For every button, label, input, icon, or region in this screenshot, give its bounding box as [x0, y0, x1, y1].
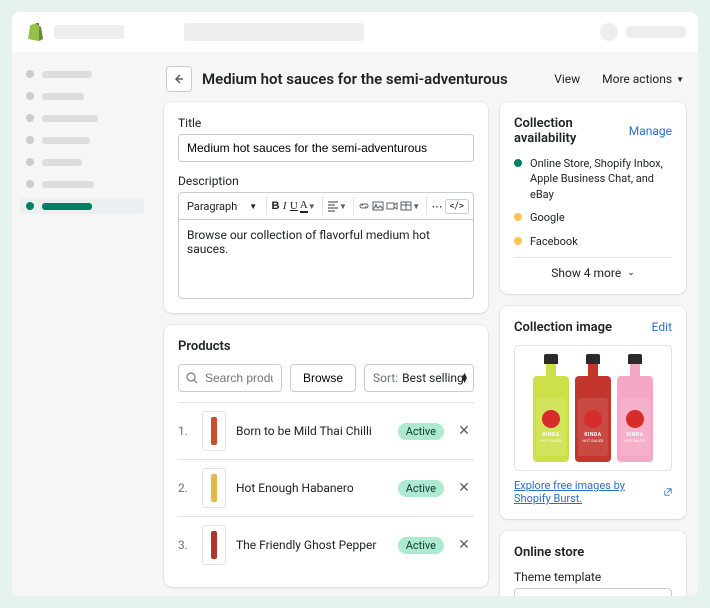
nav-item[interactable]	[20, 66, 144, 82]
manage-link[interactable]: Manage	[629, 124, 672, 138]
nav-item[interactable]	[20, 110, 144, 126]
status-badge: Active	[398, 480, 444, 497]
sidebar	[12, 52, 152, 596]
sort-select[interactable]: Sort: Best selling ▴▾	[364, 364, 474, 392]
align-button[interactable]	[327, 197, 339, 215]
nav-item[interactable]	[20, 132, 144, 148]
underline-button[interactable]: U	[290, 197, 298, 215]
remove-product-button[interactable]: ✕	[454, 421, 474, 441]
product-row[interactable]: 2. Hot Enough Habanero Active ✕	[178, 459, 474, 516]
collection-image-heading: Collection image	[514, 320, 612, 335]
browse-button[interactable]: Browse	[290, 364, 356, 392]
edit-image-link[interactable]: Edit	[652, 320, 672, 334]
status-dot-icon	[514, 213, 522, 221]
more-actions-label: More actions	[602, 72, 672, 86]
paragraph-select[interactable]: Paragraph▼	[183, 198, 261, 215]
skeleton	[54, 25, 124, 39]
sort-label: Sort:	[373, 371, 398, 385]
product-row[interactable]: 3. The Friendly Ghost Pepper Active ✕	[178, 516, 474, 573]
channel-text: Online Store, Shopify Inbox, Apple Busin…	[530, 156, 672, 202]
nav-item[interactable]	[20, 176, 144, 192]
italic-button[interactable]: I	[282, 197, 288, 215]
product-number: 1.	[178, 424, 192, 438]
channel-text: Google	[530, 210, 565, 225]
bottle-icon: KINDAHOT SAUCE	[533, 354, 569, 462]
chevron-down-icon: ⌄	[627, 268, 635, 278]
status-dot-icon	[514, 237, 522, 245]
status-badge: Active	[398, 537, 444, 554]
nav-item[interactable]	[20, 88, 144, 104]
back-button[interactable]	[166, 66, 192, 92]
skeleton	[184, 23, 364, 41]
product-name: The Friendly Ghost Pepper	[236, 538, 388, 552]
availability-heading: Collection availability	[514, 116, 629, 146]
shopify-logo	[24, 22, 44, 42]
page-title: Medium hot sauces for the semi-adventuro…	[202, 70, 532, 88]
video-button[interactable]	[386, 197, 398, 215]
image-button[interactable]	[372, 197, 384, 215]
bottle-icon: KINDAHOT SAUCE	[575, 354, 611, 462]
products-heading: Products	[178, 339, 474, 354]
more-button[interactable]: ⋯	[432, 197, 443, 215]
theme-template-label: Theme template	[514, 570, 672, 584]
show-more-button[interactable]: Show 4 more ⌄	[514, 257, 672, 280]
title-input[interactable]	[178, 134, 474, 162]
top-bar	[12, 12, 698, 52]
chevron-down-icon: ▼	[676, 75, 684, 84]
products-card: Products Browse Sort: Best selling ▴▾	[164, 325, 488, 587]
search-icon	[185, 371, 199, 385]
more-actions-button[interactable]: More actions ▼	[602, 72, 684, 86]
bottle-icon: KINDAHOT SAUCE	[617, 354, 653, 462]
remove-product-button[interactable]: ✕	[454, 478, 474, 498]
title-card: Title Description Paragraph▼ B I U A▼ ▼	[164, 102, 488, 313]
status-dot-icon	[514, 159, 522, 167]
code-view-button[interactable]: </>	[445, 199, 469, 214]
nav-item[interactable]	[20, 154, 144, 170]
channel-item: Facebook	[514, 234, 672, 249]
external-link-icon	[664, 487, 672, 497]
product-number: 2.	[178, 481, 192, 495]
link-button[interactable]	[358, 197, 370, 215]
product-thumbnail	[202, 468, 226, 508]
channel-text: Facebook	[530, 234, 578, 249]
view-button[interactable]: View	[554, 72, 580, 86]
theme-template-select[interactable]: Default collection ▴▾	[514, 588, 672, 596]
description-label: Description	[178, 174, 474, 188]
burst-link[interactable]: Explore free images by Shopify Burst.	[514, 479, 672, 505]
status-badge: Active	[398, 423, 444, 440]
arrow-left-icon	[173, 73, 185, 85]
table-button[interactable]	[400, 197, 412, 215]
page-header: Medium hot sauces for the semi-adventuro…	[152, 52, 698, 102]
nav-item-active[interactable]	[20, 198, 144, 214]
title-label: Title	[178, 116, 474, 130]
online-store-card: Online store Theme template Default coll…	[500, 531, 686, 596]
product-number: 3.	[178, 538, 192, 552]
collection-image-card: Collection image Edit KINDAHOT SAUCE KIN…	[500, 306, 686, 519]
online-store-heading: Online store	[514, 545, 672, 560]
description-editor[interactable]: Browse our collection of flavorful mediu…	[178, 219, 474, 299]
remove-product-button[interactable]: ✕	[454, 535, 474, 555]
updown-icon: ▴▾	[462, 373, 467, 383]
rte-toolbar: Paragraph▼ B I U A▼ ▼ ▼	[178, 192, 474, 219]
channel-item: Online Store, Shopify Inbox, Apple Busin…	[514, 156, 672, 202]
product-thumbnail	[202, 411, 226, 451]
skeleton	[626, 26, 686, 38]
product-row[interactable]: 1. Born to be Mild Thai Chilli Active ✕	[178, 402, 474, 459]
bold-button[interactable]: B	[272, 197, 280, 215]
channel-item: Google	[514, 210, 672, 225]
product-name: Born to be Mild Thai Chilli	[236, 424, 388, 438]
product-name: Hot Enough Habanero	[236, 481, 388, 495]
product-thumbnail	[202, 525, 226, 565]
collection-image-preview[interactable]: KINDAHOT SAUCE KINDAHOT SAUCE KINDAHOT S…	[514, 345, 672, 471]
availability-card: Collection availability Manage Online St…	[500, 102, 686, 294]
sort-value: Best selling	[402, 371, 464, 385]
text-color-button[interactable]: A	[300, 197, 308, 215]
avatar[interactable]	[600, 23, 618, 41]
